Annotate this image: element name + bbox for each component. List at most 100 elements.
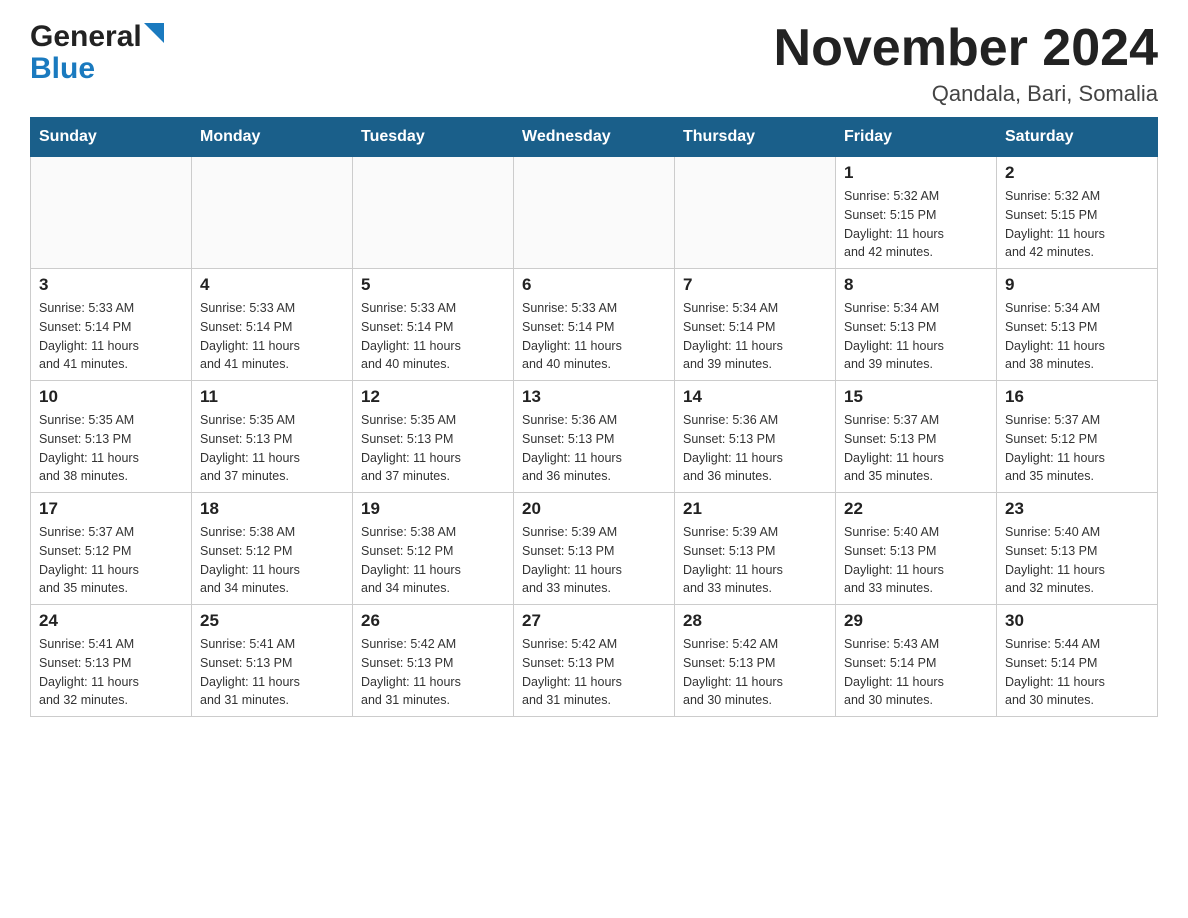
day-number: 6	[522, 275, 666, 295]
day-number: 18	[200, 499, 344, 519]
table-row: 25 Sunrise: 5:41 AM Sunset: 5:13 PM Dayli…	[192, 605, 353, 717]
calendar-header-row: Sunday Monday Tuesday Wednesday Thursday…	[31, 118, 1158, 157]
day-info: Sunrise: 5:33 AM Sunset: 5:14 PM Dayligh…	[361, 299, 505, 374]
day-info: Sunrise: 5:40 AM Sunset: 5:13 PM Dayligh…	[1005, 523, 1149, 598]
day-number: 7	[683, 275, 827, 295]
day-number: 21	[683, 499, 827, 519]
day-info: Sunrise: 5:44 AM Sunset: 5:14 PM Dayligh…	[1005, 635, 1149, 710]
table-row: 29 Sunrise: 5:43 AM Sunset: 5:14 PM Dayli…	[836, 605, 997, 717]
day-info: Sunrise: 5:34 AM Sunset: 5:13 PM Dayligh…	[1005, 299, 1149, 374]
day-info: Sunrise: 5:43 AM Sunset: 5:14 PM Dayligh…	[844, 635, 988, 710]
day-number: 8	[844, 275, 988, 295]
col-thursday: Thursday	[675, 118, 836, 157]
day-number: 28	[683, 611, 827, 631]
day-info: Sunrise: 5:42 AM Sunset: 5:13 PM Dayligh…	[522, 635, 666, 710]
day-info: Sunrise: 5:34 AM Sunset: 5:14 PM Dayligh…	[683, 299, 827, 374]
day-info: Sunrise: 5:32 AM Sunset: 5:15 PM Dayligh…	[1005, 187, 1149, 262]
table-row	[514, 157, 675, 269]
table-row: 23 Sunrise: 5:40 AM Sunset: 5:13 PM Dayli…	[997, 493, 1158, 605]
day-info: Sunrise: 5:37 AM Sunset: 5:12 PM Dayligh…	[39, 523, 183, 598]
day-info: Sunrise: 5:36 AM Sunset: 5:13 PM Dayligh…	[522, 411, 666, 486]
day-number: 2	[1005, 163, 1149, 183]
day-info: Sunrise: 5:41 AM Sunset: 5:13 PM Dayligh…	[39, 635, 183, 710]
table-row: 22 Sunrise: 5:40 AM Sunset: 5:13 PM Dayli…	[836, 493, 997, 605]
logo-triangle-icon	[144, 23, 164, 52]
table-row: 2 Sunrise: 5:32 AM Sunset: 5:15 PM Daylig…	[997, 157, 1158, 269]
day-info: Sunrise: 5:35 AM Sunset: 5:13 PM Dayligh…	[200, 411, 344, 486]
day-info: Sunrise: 5:35 AM Sunset: 5:13 PM Dayligh…	[361, 411, 505, 486]
page-title: November 2024	[774, 20, 1158, 77]
day-number: 3	[39, 275, 183, 295]
col-saturday: Saturday	[997, 118, 1158, 157]
table-row: 16Sunrise: 5:37 AM Sunset: 5:12 PM Dayli…	[997, 381, 1158, 493]
table-row: 11 Sunrise: 5:35 AM Sunset: 5:13 PM Dayli…	[192, 381, 353, 493]
day-info: Sunrise: 5:41 AM Sunset: 5:13 PM Dayligh…	[200, 635, 344, 710]
day-number: 23	[1005, 499, 1149, 519]
table-row: 30Sunrise: 5:44 AM Sunset: 5:14 PM Dayli…	[997, 605, 1158, 717]
day-info: Sunrise: 5:42 AM Sunset: 5:13 PM Dayligh…	[683, 635, 827, 710]
calendar-week-row: 3 Sunrise: 5:33 AM Sunset: 5:14 PM Daylig…	[31, 269, 1158, 381]
day-info: Sunrise: 5:38 AM Sunset: 5:12 PM Dayligh…	[361, 523, 505, 598]
col-friday: Friday	[836, 118, 997, 157]
table-row: 17Sunrise: 5:37 AM Sunset: 5:12 PM Dayli…	[31, 493, 192, 605]
day-number: 24	[39, 611, 183, 631]
day-number: 12	[361, 387, 505, 407]
calendar-table: Sunday Monday Tuesday Wednesday Thursday…	[30, 117, 1158, 717]
day-number: 10	[39, 387, 183, 407]
col-sunday: Sunday	[31, 118, 192, 157]
day-info: Sunrise: 5:40 AM Sunset: 5:13 PM Dayligh…	[844, 523, 988, 598]
table-row	[675, 157, 836, 269]
calendar-week-row: 17Sunrise: 5:37 AM Sunset: 5:12 PM Dayli…	[31, 493, 1158, 605]
calendar-week-row: 10 Sunrise: 5:35 AM Sunset: 5:13 PM Dayli…	[31, 381, 1158, 493]
table-row: 21 Sunrise: 5:39 AM Sunset: 5:13 PM Dayli…	[675, 493, 836, 605]
day-info: Sunrise: 5:37 AM Sunset: 5:13 PM Dayligh…	[844, 411, 988, 486]
table-row: 6Sunrise: 5:33 AM Sunset: 5:14 PM Daylig…	[514, 269, 675, 381]
day-number: 9	[1005, 275, 1149, 295]
table-row: 13Sunrise: 5:36 AM Sunset: 5:13 PM Dayli…	[514, 381, 675, 493]
logo-general-text: General	[30, 20, 142, 54]
table-row: 10Sunrise: 5:35 AM Sunset: 5:13 PM Dayli…	[31, 381, 192, 493]
table-row: 26Sunrise: 5:42 AM Sunset: 5:13 PM Dayli…	[353, 605, 514, 717]
page-subtitle: Qandala, Bari, Somalia	[774, 81, 1158, 107]
table-row: 5 Sunrise: 5:33 AM Sunset: 5:14 PM Daylig…	[353, 269, 514, 381]
table-row: 9 Sunrise: 5:34 AM Sunset: 5:13 PM Daylig…	[997, 269, 1158, 381]
day-info: Sunrise: 5:37 AM Sunset: 5:12 PM Dayligh…	[1005, 411, 1149, 486]
table-row: 3 Sunrise: 5:33 AM Sunset: 5:14 PM Daylig…	[31, 269, 192, 381]
logo: General Blue	[30, 20, 164, 86]
day-number: 5	[361, 275, 505, 295]
day-number: 15	[844, 387, 988, 407]
day-number: 1	[844, 163, 988, 183]
table-row	[192, 157, 353, 269]
table-row: 7 Sunrise: 5:34 AM Sunset: 5:14 PM Daylig…	[675, 269, 836, 381]
day-number: 25	[200, 611, 344, 631]
table-row: 18 Sunrise: 5:38 AM Sunset: 5:12 PM Dayli…	[192, 493, 353, 605]
day-info: Sunrise: 5:39 AM Sunset: 5:13 PM Dayligh…	[683, 523, 827, 598]
day-number: 22	[844, 499, 988, 519]
table-row	[31, 157, 192, 269]
table-row: 15 Sunrise: 5:37 AM Sunset: 5:13 PM Dayli…	[836, 381, 997, 493]
calendar-week-row: 24 Sunrise: 5:41 AM Sunset: 5:13 PM Dayli…	[31, 605, 1158, 717]
day-info: Sunrise: 5:38 AM Sunset: 5:12 PM Dayligh…	[200, 523, 344, 598]
table-row: 20 Sunrise: 5:39 AM Sunset: 5:13 PM Dayli…	[514, 493, 675, 605]
day-info: Sunrise: 5:39 AM Sunset: 5:13 PM Dayligh…	[522, 523, 666, 598]
table-row: 19 Sunrise: 5:38 AM Sunset: 5:12 PM Dayli…	[353, 493, 514, 605]
day-number: 27	[522, 611, 666, 631]
calendar-week-row: 1 Sunrise: 5:32 AM Sunset: 5:15 PM Daylig…	[31, 157, 1158, 269]
day-info: Sunrise: 5:36 AM Sunset: 5:13 PM Dayligh…	[683, 411, 827, 486]
day-number: 11	[200, 387, 344, 407]
day-info: Sunrise: 5:42 AM Sunset: 5:13 PM Dayligh…	[361, 635, 505, 710]
table-row: 12 Sunrise: 5:35 AM Sunset: 5:13 PM Dayli…	[353, 381, 514, 493]
table-row: 14Sunrise: 5:36 AM Sunset: 5:13 PM Dayli…	[675, 381, 836, 493]
day-number: 20	[522, 499, 666, 519]
day-info: Sunrise: 5:33 AM Sunset: 5:14 PM Dayligh…	[200, 299, 344, 374]
day-number: 19	[361, 499, 505, 519]
day-info: Sunrise: 5:33 AM Sunset: 5:14 PM Dayligh…	[39, 299, 183, 374]
table-row	[353, 157, 514, 269]
table-row: 8 Sunrise: 5:34 AM Sunset: 5:13 PM Daylig…	[836, 269, 997, 381]
col-wednesday: Wednesday	[514, 118, 675, 157]
day-info: Sunrise: 5:32 AM Sunset: 5:15 PM Dayligh…	[844, 187, 988, 262]
col-tuesday: Tuesday	[353, 118, 514, 157]
day-number: 29	[844, 611, 988, 631]
day-number: 4	[200, 275, 344, 295]
day-info: Sunrise: 5:34 AM Sunset: 5:13 PM Dayligh…	[844, 299, 988, 374]
